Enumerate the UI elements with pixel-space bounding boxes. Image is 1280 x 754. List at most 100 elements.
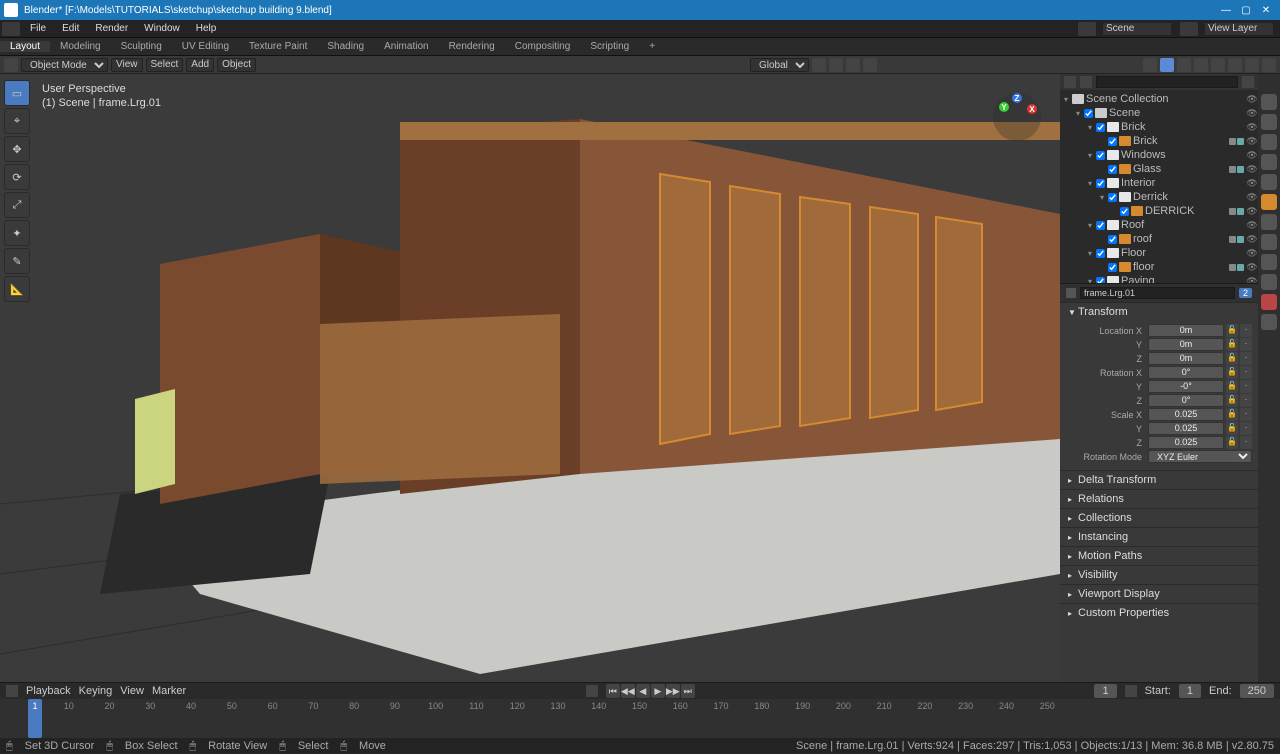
jump-start[interactable]: ⏮ [606,684,620,698]
outliner[interactable]: ▾Scene Collection👁▾Scene👁▾Brick👁Brick👁▾W… [1060,74,1258,284]
mode-select[interactable]: Object Mode [21,58,108,72]
autokey-icon[interactable] [586,685,598,697]
start-frame[interactable]: 1 [1179,684,1201,698]
tab-output[interactable] [1261,114,1277,130]
outliner-item-paving[interactable]: ▾Paving👁 [1060,274,1258,284]
outliner-item-scene[interactable]: ▾Scene👁 [1060,106,1258,120]
workspace-sculpting[interactable]: Sculpting [111,41,172,52]
tl-playback[interactable]: Playback [26,685,71,697]
shading-wire-icon[interactable] [1194,58,1208,72]
tab-render[interactable] [1261,94,1277,110]
section-viewport-display[interactable]: ▸Viewport Display [1060,585,1258,603]
outliner-root[interactable]: ▾Scene Collection👁 [1060,92,1258,106]
outliner-item-roof[interactable]: roof👁 [1060,232,1258,246]
outliner-item-windows[interactable]: ▾Windows👁 [1060,148,1258,162]
outliner-item-floor[interactable]: ▾Floor👁 [1060,246,1258,260]
section-relations[interactable]: ▸Relations [1060,490,1258,508]
location-y[interactable]: 0m [1148,338,1224,351]
outliner-item-derrick[interactable]: ▾Derrick👁 [1060,190,1258,204]
cursor-tool[interactable]: ⌖ [4,108,30,134]
maximize-button[interactable]: ▢ [1236,5,1256,16]
workspace-shading[interactable]: Shading [317,41,374,52]
close-button[interactable]: ✕ [1256,5,1276,16]
editor-type-icon[interactable] [4,58,18,72]
minimize-button[interactable]: — [1216,5,1236,16]
rotate-tool[interactable]: ⟳ [4,164,30,190]
scene-selector[interactable] [1076,22,1172,36]
pivot-icon[interactable] [812,58,826,72]
viewlayer-selector[interactable] [1178,22,1274,36]
menu-window[interactable]: Window [136,23,188,34]
menu-file[interactable]: File [22,23,54,34]
header-add[interactable]: Add [186,58,214,72]
move-tool[interactable]: ✥ [4,136,30,162]
nav-gizmo[interactable]: X Y Z [992,92,1042,142]
outliner-filter-options-icon[interactable] [1242,76,1254,88]
section-instancing[interactable]: ▸Instancing [1060,528,1258,546]
annotate-tool[interactable]: ✎ [4,248,30,274]
outliner-item-brick[interactable]: ▾Brick👁 [1060,120,1258,134]
viewlayer-name-input[interactable] [1204,22,1274,36]
tl-view[interactable]: View [120,685,144,697]
tab-physics[interactable] [1261,254,1277,270]
orientation-select[interactable]: Global [750,58,809,72]
select-box-tool[interactable]: ▭ [4,80,30,106]
workspace-layout[interactable]: Layout [0,41,50,52]
rotation-mode[interactable]: XYZ Euler [1148,450,1252,463]
next-key[interactable]: ▶▶ [666,684,680,698]
proportional-icon[interactable] [863,58,877,72]
workspace-+[interactable]: + [639,41,665,52]
workspace-texture paint[interactable]: Texture Paint [239,41,317,52]
outliner-item-floor[interactable]: floor👁 [1060,260,1258,274]
jump-end[interactable]: ⏭ [681,684,695,698]
lock-loc-x[interactable]: 🔓 [1226,324,1238,337]
play-reverse[interactable]: ◀ [636,684,650,698]
measure-tool[interactable]: 📐 [4,276,30,302]
workspace-compositing[interactable]: Compositing [505,41,581,52]
workspace-modeling[interactable]: Modeling [50,41,111,52]
tab-texture[interactable] [1261,314,1277,330]
outliner-item-derrick[interactable]: DERRICK👁 [1060,204,1258,218]
tab-world[interactable] [1261,174,1277,190]
shading-render-icon[interactable] [1245,58,1259,72]
header-view[interactable]: View [111,58,143,72]
tab-particles[interactable] [1261,234,1277,250]
section-custom-properties[interactable]: ▸Custom Properties [1060,604,1258,622]
tab-modifier[interactable] [1261,214,1277,230]
tl-keying[interactable]: Keying [79,685,113,697]
3d-viewport[interactable]: ▭ ⌖ ✥ ⟳ ⤢ ✦ ✎ 📐 User Perspective (1) Sce… [0,74,1060,682]
shading-options-icon[interactable] [1262,58,1276,72]
outliner-filter-icon[interactable] [1080,76,1092,88]
end-frame[interactable]: 250 [1240,684,1274,698]
snap-target-icon[interactable] [846,58,860,72]
scale-x[interactable]: 0.025 [1148,408,1224,421]
scale-y[interactable]: 0.025 [1148,422,1224,435]
timeline-ruler[interactable]: 1 10203040506070809010011012013014015016… [0,699,1280,738]
rotation-x[interactable]: 0° [1148,366,1224,379]
current-frame[interactable]: 1 [1094,684,1116,698]
rotation-y[interactable]: -0° [1148,380,1224,393]
section-delta-transform[interactable]: ▸Delta Transform [1060,471,1258,489]
scale-z[interactable]: 0.025 [1148,436,1224,449]
menu-help[interactable]: Help [188,23,225,34]
section-motion-paths[interactable]: ▸Motion Paths [1060,547,1258,565]
header-select[interactable]: Select [146,58,184,72]
workspace-animation[interactable]: Animation [374,41,438,52]
outliner-item-glass[interactable]: Glass👁 [1060,162,1258,176]
section-visibility[interactable]: ▸Visibility [1060,566,1258,584]
menu-edit[interactable]: Edit [54,23,87,34]
section-transform[interactable]: ▼Transform [1060,303,1258,321]
prev-key[interactable]: ◀◀ [621,684,635,698]
snap-icon[interactable] [829,58,843,72]
scene-name-input[interactable] [1102,22,1172,36]
header-object[interactable]: Object [217,58,256,72]
preview-range-icon[interactable] [1125,685,1137,697]
location-z[interactable]: 0m [1148,352,1224,365]
overlay-toggle-icon[interactable] [1160,58,1174,72]
play[interactable]: ▶ [651,684,665,698]
outliner-display-icon[interactable] [1064,76,1076,88]
tl-marker[interactable]: Marker [152,685,186,697]
xray-icon[interactable] [1177,58,1191,72]
outliner-item-roof[interactable]: ▾Roof👁 [1060,218,1258,232]
shading-solid-icon[interactable] [1211,58,1225,72]
